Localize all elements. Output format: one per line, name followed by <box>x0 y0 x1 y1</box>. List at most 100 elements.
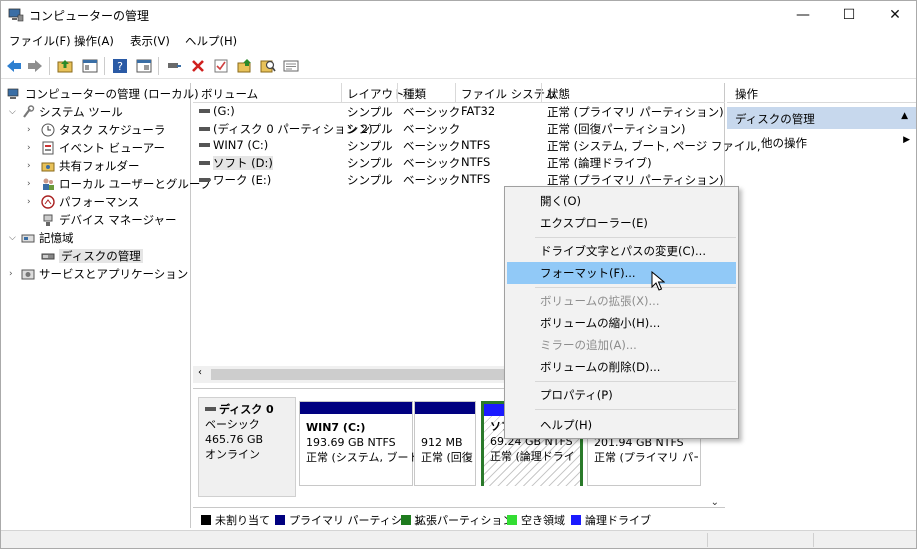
ctx-explore[interactable]: エクスプローラー(E) <box>507 212 736 234</box>
column-volume[interactable]: ボリューム <box>201 86 258 102</box>
close-button[interactable]: ✕ <box>872 1 917 29</box>
primary-partition-bar <box>415 402 475 414</box>
volume-fs: FAT32 <box>461 104 496 118</box>
help-icon[interactable]: ? <box>111 57 129 75</box>
tree-item-performance[interactable]: パフォーマンス <box>41 193 139 211</box>
tree-item-shared-folders[interactable]: 共有フォルダー <box>41 157 140 175</box>
drive-icon <box>199 127 210 131</box>
users-icon <box>43 178 54 190</box>
column-layout[interactable]: レイアウト <box>347 86 405 102</box>
navigation-tree: コンピューターの管理 (ローカル) ⌵ システム ツール › タスク スケジュー… <box>1 83 211 528</box>
tree-label: システム ツール <box>39 105 123 119</box>
ctx-open[interactable]: 開く(O) <box>507 190 736 212</box>
chevron-right-icon[interactable]: › <box>27 139 37 157</box>
volume-row[interactable]: (G:) シンプル ベーシック FAT32 正常 (プライマリ パーティション) <box>193 103 725 120</box>
search-icon[interactable] <box>259 57 277 75</box>
chevron-down-icon[interactable]: ⌵ <box>9 103 19 121</box>
open-folder-icon[interactable] <box>236 57 254 75</box>
ctx-add-mirror: ミラーの追加(A)... <box>540 338 637 352</box>
chevron-down-icon[interactable]: ⌵ <box>9 229 19 247</box>
column-divider[interactable] <box>541 83 542 103</box>
scrollbar-thumb[interactable] <box>211 369 511 380</box>
tree-item-system-tools[interactable]: システム ツール <box>21 103 123 121</box>
device-manager-icon <box>43 214 53 226</box>
column-type[interactable]: 種類 <box>403 86 426 102</box>
menu-help[interactable]: ヘルプ(H) <box>185 33 237 49</box>
toolbar: ? <box>1 53 916 79</box>
partition-c[interactable]: WIN7 (C:) 193.69 GB NTFS 正常 (システム, ブート, <box>299 401 423 486</box>
tools-icon <box>23 105 35 118</box>
properties-icon[interactable] <box>135 57 153 75</box>
legend-swatch <box>507 515 517 525</box>
column-divider[interactable] <box>397 83 398 103</box>
volume-row[interactable]: WIN7 (C:) シンプル ベーシック NTFS 正常 (システム, ブート,… <box>193 137 761 154</box>
chevron-right-icon[interactable]: › <box>27 175 37 193</box>
tree-item-task-scheduler[interactable]: タスク スケジューラ <box>41 121 165 139</box>
tree-root[interactable]: コンピューターの管理 (ローカル) <box>7 85 199 103</box>
ctx-shrink-volume[interactable]: ボリュームの縮小(H)... <box>507 312 736 334</box>
legend-label: 未割り当て <box>215 514 270 527</box>
tree-item-storage[interactable]: 記憶域 <box>21 229 74 247</box>
show-hide-tree-icon[interactable] <box>81 57 99 75</box>
disk-icon <box>205 407 216 411</box>
tree-item-device-manager[interactable]: デバイス マネージャー <box>41 211 177 229</box>
ctx-delete-volume[interactable]: ボリュームの削除(D)... <box>507 356 736 378</box>
chevron-right-icon[interactable]: › <box>27 193 37 211</box>
volume-layout: シンプル <box>347 156 393 170</box>
volume-fs: NTFS <box>461 172 491 186</box>
column-divider[interactable] <box>341 83 342 103</box>
forward-icon[interactable] <box>26 57 44 75</box>
services-icon <box>21 269 35 280</box>
menu-file[interactable]: ファイル(F) <box>9 33 71 49</box>
column-filesystem[interactable]: ファイル システム <box>461 86 556 102</box>
tree-label: パフォーマンス <box>59 195 140 209</box>
disk-info-panel[interactable]: ディスク 0 ベーシック 465.76 GB オンライン <box>198 397 296 497</box>
connect-icon[interactable] <box>165 57 183 75</box>
column-header-row: ボリューム レイアウト 種類 ファイル システム 状態 <box>193 83 725 103</box>
ctx-help[interactable]: ヘルプ(H) <box>507 414 736 436</box>
legend-free: 空き領域 <box>507 512 565 528</box>
collapse-up-icon[interactable]: ▲ <box>901 111 908 121</box>
column-status[interactable]: 状態 <box>547 86 570 102</box>
drive-icon <box>199 161 210 165</box>
status-cell <box>813 533 814 547</box>
volume-fs: NTFS <box>461 138 491 152</box>
maximize-button[interactable]: ☐ <box>826 1 872 29</box>
menu-bar: ファイル(F) 操作(A) 表示(V) ヘルプ(H) <box>1 31 916 51</box>
scroll-left-icon[interactable]: ‹ <box>198 367 202 378</box>
tree-item-disk-management[interactable]: ディスクの管理 <box>41 247 143 265</box>
partition-recovery[interactable]: 912 MB 正常 (回復 <box>414 401 476 486</box>
details-icon[interactable] <box>282 57 300 75</box>
tree-item-local-users[interactable]: ローカル ユーザーとグループ <box>41 175 211 193</box>
chevron-right-icon[interactable]: › <box>27 157 37 175</box>
back-icon[interactable] <box>5 57 23 75</box>
minimize-button[interactable]: — <box>780 1 826 29</box>
volume-row[interactable]: ソフト (D:) シンプル ベーシック NTFS 正常 (論理ドライブ) <box>193 154 725 171</box>
delete-icon[interactable] <box>189 57 207 75</box>
legend-swatch <box>275 515 285 525</box>
column-divider[interactable] <box>455 83 456 103</box>
chevron-right-icon[interactable]: › <box>9 265 19 283</box>
event-viewer-icon <box>42 141 54 155</box>
title-bar: コンピューターの管理 — ☐ ✕ <box>1 1 916 29</box>
volume-row[interactable]: (ディスク 0 パーティション 2) シンプル ベーシック 正常 (回復パーティ… <box>193 120 725 137</box>
volume-status: 正常 (プライマリ パーティション) <box>547 105 724 119</box>
chevron-right-icon[interactable]: › <box>27 121 37 139</box>
more-actions-item[interactable]: 他の操作 <box>761 135 807 151</box>
context-menu: 開く(O) エクスプローラー(E) ドライブ文字とパスの変更(C)... フォー… <box>504 186 739 439</box>
actions-section-disk-management[interactable]: ディスクの管理 ▲ <box>727 107 916 129</box>
ctx-format[interactable]: フォーマット(F)... <box>507 262 736 284</box>
submenu-arrow-icon[interactable]: ▶ <box>903 135 910 145</box>
tree-item-event-viewer[interactable]: イベント ビューアー <box>41 139 165 157</box>
drive-icon <box>199 178 210 182</box>
up-folder-icon[interactable] <box>56 57 74 75</box>
menu-action[interactable]: 操作(A) <box>74 33 114 49</box>
ctx-properties[interactable]: プロパティ(P) <box>507 384 736 406</box>
tree-item-services[interactable]: サービスとアプリケーション <box>21 265 188 283</box>
volume-type: ベーシック <box>403 122 461 136</box>
tree-label: イベント ビューアー <box>59 141 166 155</box>
check-icon[interactable] <box>212 57 230 75</box>
ctx-change-drive-letter[interactable]: ドライブ文字とパスの変更(C)... <box>507 240 736 262</box>
volume-type: ベーシック <box>403 173 461 187</box>
menu-view[interactable]: 表示(V) <box>130 33 170 49</box>
